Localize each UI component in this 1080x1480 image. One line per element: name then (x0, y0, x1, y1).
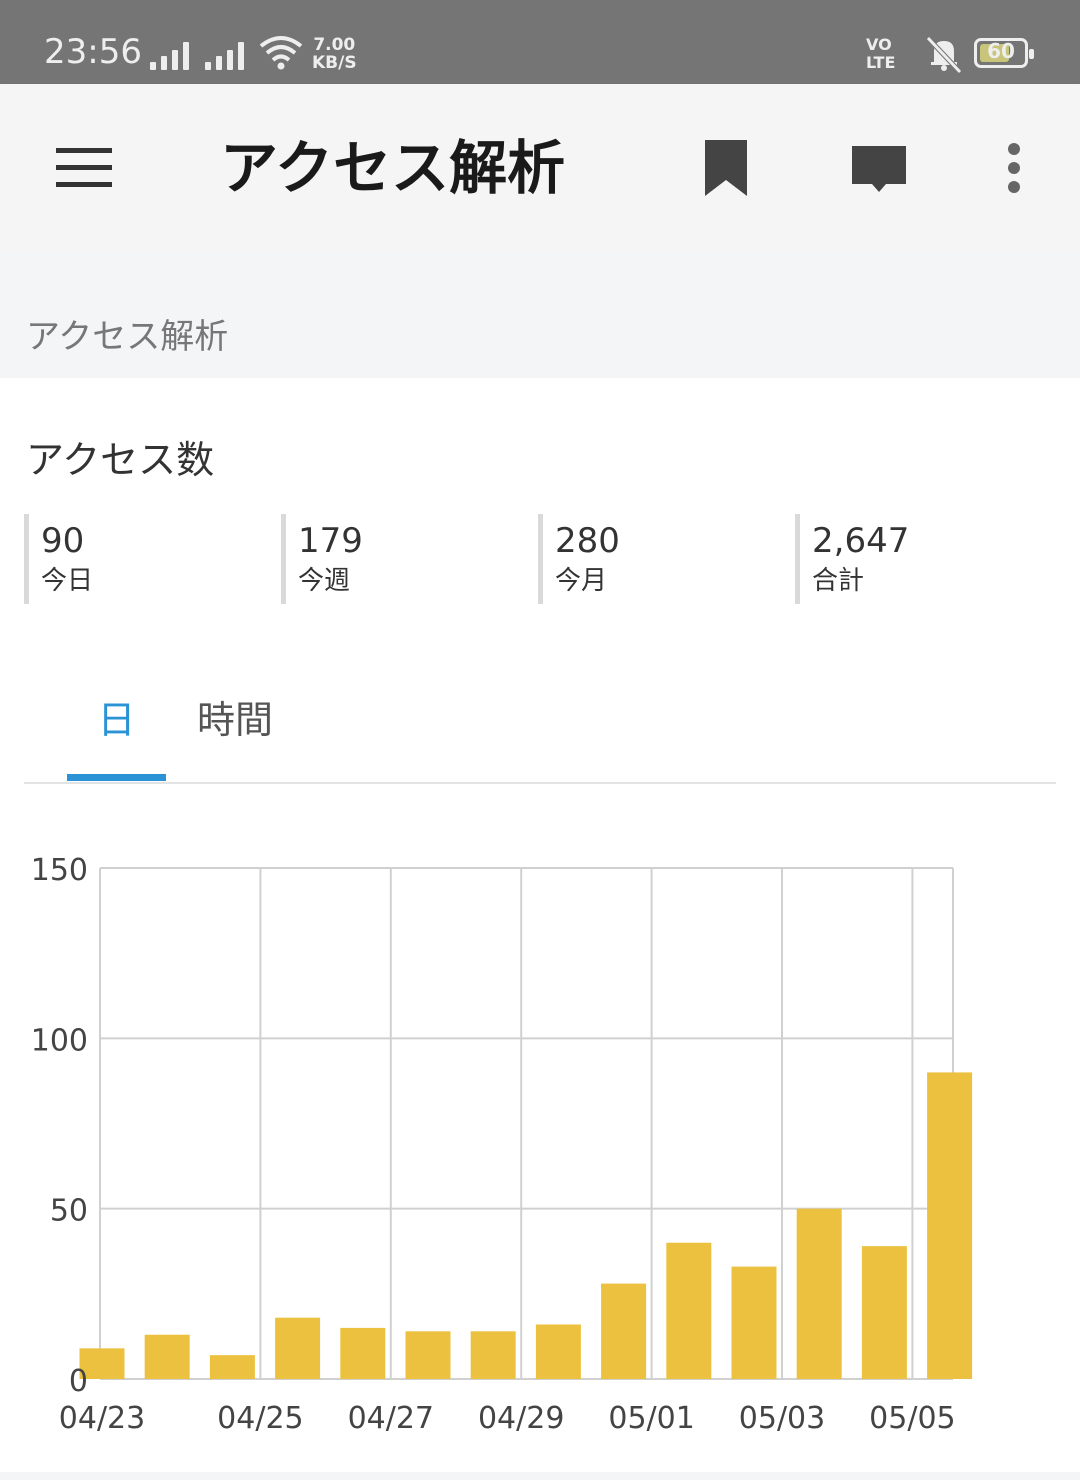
x-tick-label: 04/27 (348, 1401, 434, 1436)
network-speed-unit: KB/S (312, 53, 357, 73)
volte-line-2: LTE (866, 53, 896, 72)
signal-strength-icon (150, 40, 189, 70)
bar-05/03 (731, 1266, 777, 1379)
access-bar-chart: 0 50 100 150 04/23 04/25 04/27 04/29 05/01 05/03 0… (31, 853, 973, 1436)
breadcrumb[interactable]: アクセス解析 (26, 316, 228, 358)
x-tick-label: 05/05 (869, 1401, 955, 1436)
x-tick-label: 04/23 (59, 1401, 145, 1436)
network-speed-value: 7.00 (313, 35, 356, 55)
volte-indicator: VO LTE (866, 36, 895, 72)
volte-line-1: VO (866, 35, 892, 54)
bar-05/05 (861, 1246, 907, 1379)
comment-icon (852, 146, 906, 192)
bar-04/26 (275, 1317, 321, 1379)
bar-04/30 (535, 1324, 581, 1379)
y-tick-label: 150 (31, 853, 88, 888)
app-bar: アクセス解析 (0, 84, 1080, 252)
battery-icon: 60 (974, 38, 1034, 68)
y-tick-label: 0 (69, 1364, 88, 1399)
x-tick-label: 04/25 (217, 1401, 303, 1436)
x-tick-label: 05/01 (608, 1401, 694, 1436)
wifi-icon (259, 36, 303, 70)
bar-04/27 (340, 1327, 386, 1379)
bar-05/02 (666, 1242, 712, 1379)
bell-muted-icon (926, 36, 962, 74)
bar-04/24 (144, 1334, 190, 1379)
battery-level: 60 (987, 39, 1015, 63)
bar-04/29 (470, 1331, 516, 1379)
bar-04/28 (405, 1331, 451, 1379)
bar-05/04 (796, 1208, 842, 1379)
access-card: アクセス数 90 今日 179 今週 280 今月 2,647 合計 日 時間 … (0, 378, 1080, 1472)
breadcrumb-area: アクセス解析 (0, 252, 1080, 378)
more-options-button[interactable] (992, 134, 1036, 202)
status-bar: 23:56 7.00 KB/S VO LTE 60 (0, 0, 1080, 84)
bar-05/06 (927, 1072, 973, 1379)
battery-tip (1029, 49, 1034, 59)
network-speed: 7.00 KB/S (312, 36, 357, 72)
bottom-strip (0, 1472, 1080, 1480)
bar-04/25 (209, 1355, 255, 1379)
x-tick-label: 05/03 (739, 1401, 825, 1436)
status-time: 23:56 (44, 32, 142, 72)
signal-strength-icon-2 (205, 40, 244, 70)
bookmark-button[interactable] (692, 134, 760, 202)
comment-button[interactable] (842, 134, 916, 202)
bar-05/01 (601, 1283, 647, 1379)
more-vert-icon (1008, 143, 1020, 193)
y-tick-label: 100 (31, 1023, 88, 1058)
x-tick-label: 04/29 (478, 1401, 564, 1436)
y-tick-label: 50 (50, 1194, 88, 1229)
bookmark-icon (705, 140, 747, 196)
page-title: アクセス解析 (220, 134, 566, 202)
menu-button[interactable] (48, 138, 118, 198)
